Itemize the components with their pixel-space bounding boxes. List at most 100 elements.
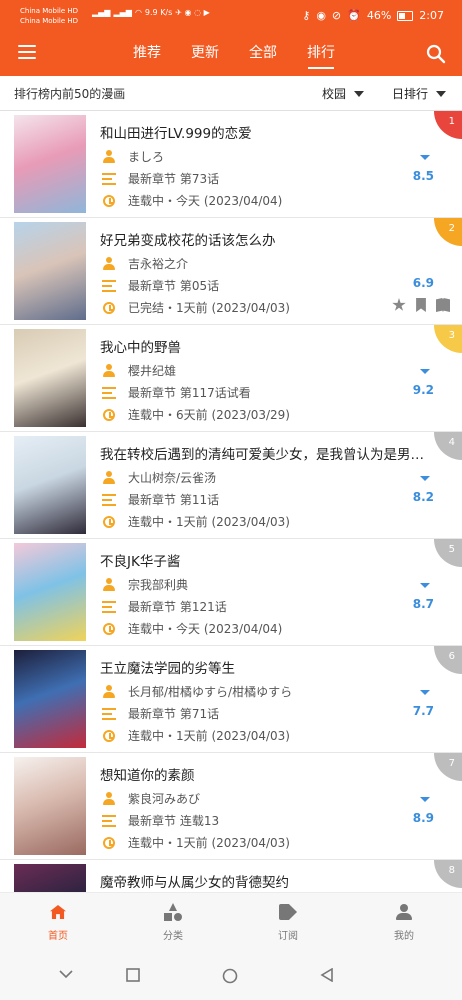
comic-title[interactable]: 王立魔法学园的劣等生 bbox=[100, 657, 430, 677]
top-tabs: 推荐 更新 全部 排行 bbox=[118, 32, 350, 76]
nav-profile[interactable]: 我的 bbox=[374, 901, 434, 942]
comic-cover[interactable] bbox=[14, 115, 86, 213]
chapter-line: 最新章节 第121话 bbox=[100, 598, 227, 615]
tab-updates[interactable]: 更新 bbox=[176, 32, 234, 76]
scope-dropdown[interactable]: 校园 bbox=[322, 85, 365, 102]
comic-cover[interactable] bbox=[14, 650, 86, 748]
expand-arrow-icon[interactable] bbox=[420, 155, 430, 160]
clock-icon bbox=[103, 301, 115, 314]
update-status: 连载中・今天 (2023/04/04) bbox=[128, 194, 283, 208]
notification-icons: ✈ ◉ ◌ ▶ bbox=[175, 8, 210, 17]
rank-number: 3 bbox=[448, 330, 455, 341]
recent-apps-icon[interactable] bbox=[126, 968, 140, 982]
tab-all[interactable]: 全部 bbox=[234, 32, 292, 76]
rank-badge: 8 bbox=[434, 860, 462, 888]
tab-recommend[interactable]: 推荐 bbox=[118, 32, 176, 76]
rank-badge: 6 bbox=[434, 646, 462, 674]
author-line: 吉永裕之介 bbox=[100, 255, 188, 272]
latest-chapter: 最新章节 第121话 bbox=[128, 600, 227, 614]
comic-title[interactable]: 想知道你的素颜 bbox=[100, 764, 430, 784]
clock-icon bbox=[103, 515, 115, 528]
comic-cover[interactable] bbox=[14, 436, 86, 534]
rank-number: 6 bbox=[448, 651, 455, 662]
list-item[interactable]: 王立魔法学园的劣等生 6 长月郁/柑橘ゆすら/柑橘ゆすら 最新章节 第71话 连… bbox=[0, 646, 462, 753]
nav-home[interactable]: 首页 bbox=[28, 901, 88, 942]
nav-subscribe-label: 订阅 bbox=[278, 931, 298, 942]
expand-arrow-icon[interactable] bbox=[420, 690, 430, 695]
comic-title[interactable]: 不良JK华子酱 bbox=[100, 550, 430, 570]
ranking-description: 排行榜内前50的漫画 bbox=[14, 87, 126, 101]
list-item[interactable]: 不良JK华子酱 5 宗我部利典 最新章节 第121话 连载中・今天 (2023/… bbox=[0, 539, 462, 646]
author: 宗我部利典 bbox=[128, 578, 189, 592]
home-button-icon[interactable] bbox=[222, 968, 238, 984]
author-line: 长月郁/柑橘ゆすら/柑橘ゆすら bbox=[100, 683, 292, 700]
rating-score: 8.7 bbox=[412, 597, 434, 611]
chapter-line: 最新章节 第73话 bbox=[100, 170, 219, 187]
rank-badge: 2 bbox=[434, 218, 462, 246]
latest-chapter: 最新章节 第11话 bbox=[128, 493, 220, 507]
chevron-down-icon bbox=[354, 90, 365, 97]
nav-category[interactable]: 分类 bbox=[143, 901, 203, 942]
list-item[interactable]: 我心中的野兽 3 樱井纪雄 最新章节 第117话试看 连载中・6天前 (2023… bbox=[0, 325, 462, 432]
tab-ranking[interactable]: 排行 bbox=[292, 32, 350, 76]
wifi-icon: ◠ bbox=[134, 8, 142, 17]
rank-number: 2 bbox=[448, 223, 455, 234]
battery-icon bbox=[397, 10, 414, 21]
back-icon[interactable] bbox=[320, 968, 334, 982]
bookmark-icon[interactable] bbox=[416, 298, 426, 312]
list-item[interactable]: 想知道你的素颜 7 紫良河みあび 最新章节 连载13 连载中・1天前 (2023… bbox=[0, 753, 462, 860]
search-icon[interactable] bbox=[426, 44, 446, 64]
rank-number: 5 bbox=[448, 544, 455, 555]
carrier-2: China Mobile HD bbox=[20, 17, 79, 25]
signal-icons: ▂▄▆ ▂▄▆ ◠ 9.9 K/s ✈ ◉ ◌ ▶ bbox=[92, 8, 210, 17]
list-item[interactable]: 魔帝教师与从属少女的背德契约 8 bbox=[0, 860, 462, 892]
chapter-line: 最新章节 第71话 bbox=[100, 705, 219, 722]
update-status: 已完结・1天前 (2023/04/03) bbox=[128, 301, 290, 315]
list-item[interactable]: 我在转校后遇到的清纯可爱美少女，是我曾认为是男孩子的青梅竹马 4 大山树奈/云雀… bbox=[0, 432, 462, 539]
book-icon[interactable] bbox=[436, 298, 450, 312]
latest-chapter: 最新章节 第73话 bbox=[128, 172, 220, 186]
rank-number: 7 bbox=[448, 758, 455, 769]
latest-chapter: 最新章节 连载13 bbox=[128, 814, 220, 828]
expand-arrow-icon[interactable] bbox=[420, 369, 430, 374]
star-icon[interactable] bbox=[392, 298, 406, 311]
list-item[interactable]: 好兄弟变成校花的话该怎么办 2 吉永裕之介 最新章节 第05话 已完结・1天前 … bbox=[0, 218, 462, 325]
author-line: ましろ bbox=[100, 148, 164, 165]
period-dropdown[interactable]: 日排行 bbox=[392, 85, 447, 102]
update-status: 连载中・1天前 (2023/04/03) bbox=[128, 515, 290, 529]
rank-badge: 3 bbox=[434, 325, 462, 353]
comic-title[interactable]: 和山田进行LV.999的恋爱 bbox=[100, 122, 430, 142]
person-icon bbox=[102, 149, 116, 164]
collapse-icon[interactable] bbox=[58, 968, 74, 980]
comic-cover[interactable] bbox=[14, 329, 86, 427]
expand-arrow-icon[interactable] bbox=[420, 476, 430, 481]
comic-title[interactable]: 好兄弟变成校花的话该怎么办 bbox=[100, 229, 430, 249]
rank-badge: 5 bbox=[434, 539, 462, 567]
comic-cover[interactable] bbox=[14, 222, 86, 320]
list-icon bbox=[102, 386, 116, 399]
tag-icon bbox=[279, 904, 297, 920]
rank-number: 4 bbox=[448, 437, 455, 448]
comic-title[interactable]: 我在转校后遇到的清纯可爱美少女，是我曾认为是男孩子的青梅竹马 bbox=[100, 443, 430, 463]
nav-subscribe[interactable]: 订阅 bbox=[258, 901, 318, 942]
person-icon bbox=[102, 791, 116, 806]
comic-title[interactable]: 魔帝教师与从属少女的背德契约 bbox=[100, 871, 430, 891]
scope-label: 校园 bbox=[322, 87, 347, 101]
chapter-line: 最新章节 连载13 bbox=[100, 812, 219, 829]
rating-score: 7.7 bbox=[412, 704, 434, 718]
author-line: 紫良河みあび bbox=[100, 790, 200, 807]
mute-icon: ⊘ bbox=[331, 9, 342, 22]
list-item[interactable]: 和山田进行LV.999的恋爱 1 ましろ 最新章节 第73话 连载中・今天 (2… bbox=[0, 111, 462, 218]
comic-cover[interactable] bbox=[14, 757, 86, 855]
comic-cover[interactable] bbox=[14, 543, 86, 641]
expand-arrow-icon[interactable] bbox=[420, 797, 430, 802]
signal-icon-2: ▂▄▆ bbox=[113, 8, 132, 17]
expand-arrow-icon[interactable] bbox=[420, 583, 430, 588]
comic-cover[interactable] bbox=[14, 864, 86, 892]
rank-badge: 7 bbox=[434, 753, 462, 781]
clock-icon bbox=[103, 622, 115, 635]
menu-icon[interactable] bbox=[18, 45, 36, 59]
update-status: 连载中・1天前 (2023/04/03) bbox=[128, 729, 290, 743]
list-icon bbox=[102, 493, 116, 506]
comic-title[interactable]: 我心中的野兽 bbox=[100, 336, 430, 356]
